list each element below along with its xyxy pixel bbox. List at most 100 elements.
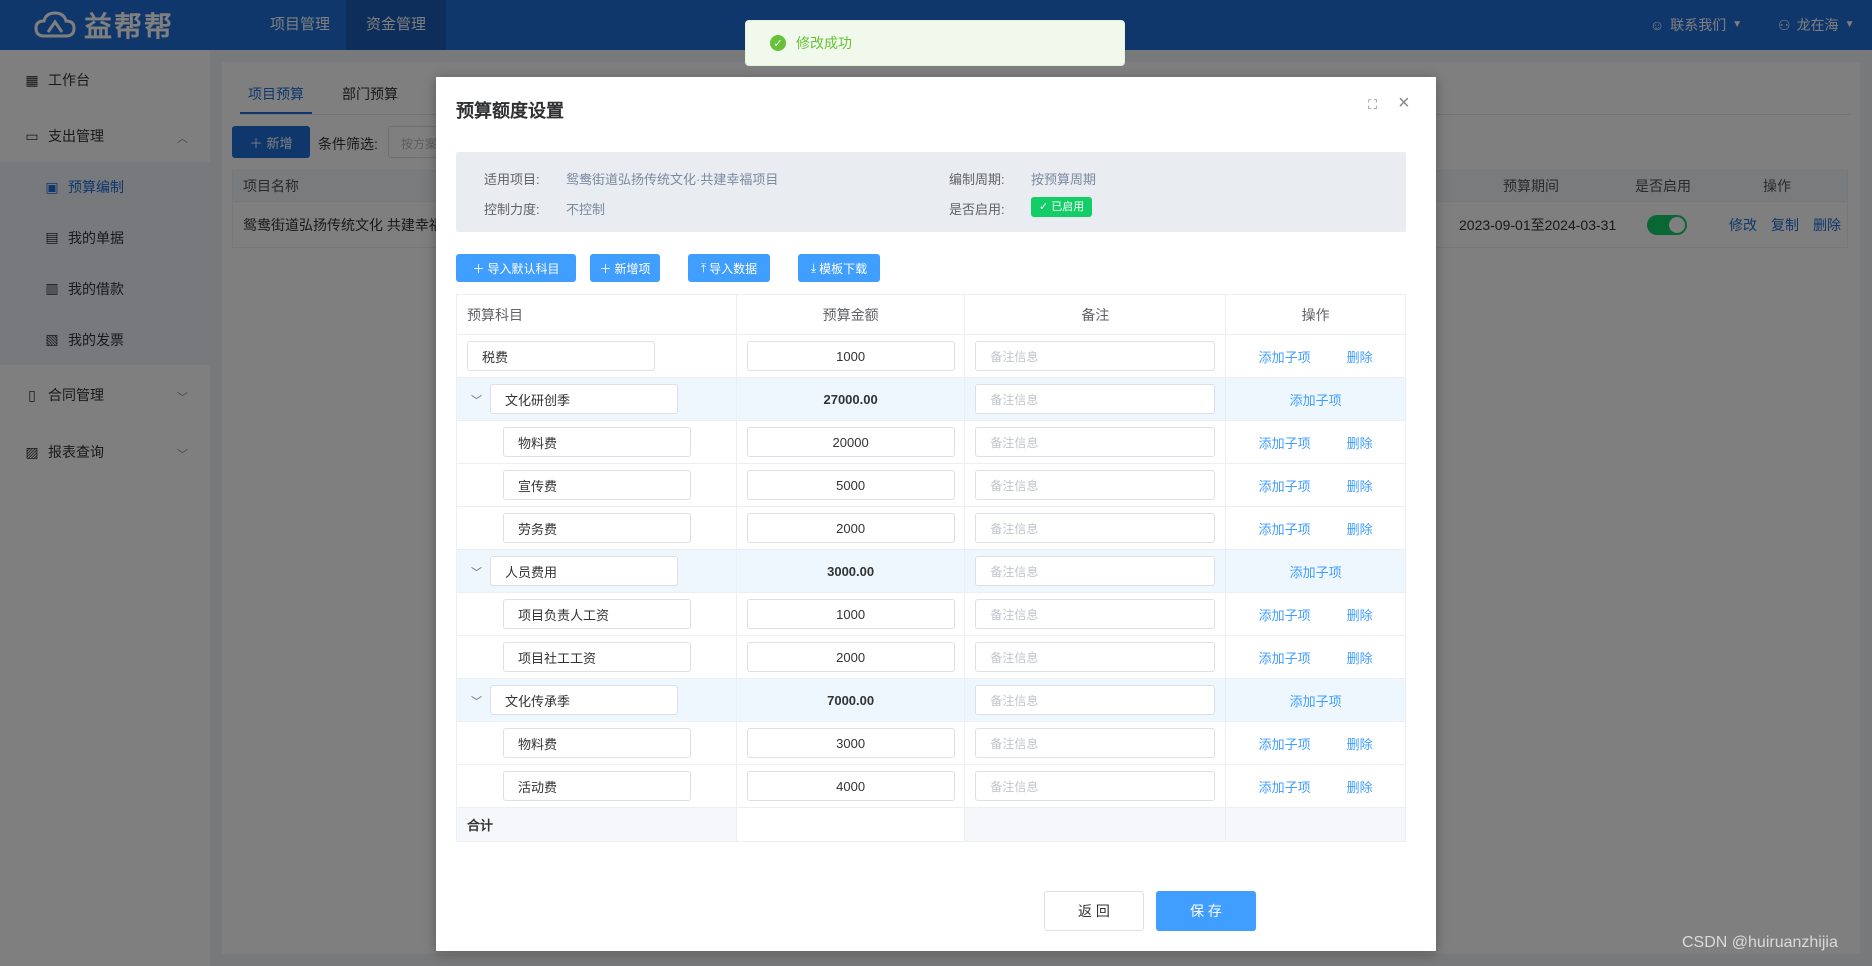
budget-quota-dialog: 预算额度设置 ⛶ × 适用项目: 鸳鸯街道弘扬传统文化·共建幸福项目 编制周期:… — [436, 77, 1436, 951]
subject-name-input[interactable]: 税费 — [467, 341, 655, 371]
add-child-link[interactable]: 添加子项 — [1259, 347, 1311, 366]
template-download-label: 模板下载 — [819, 261, 868, 276]
total-amount-cell — [736, 808, 966, 841]
note-input[interactable]: 备注信息 — [975, 470, 1216, 500]
import-data-button[interactable]: ⤒ 导入数据 — [688, 254, 770, 282]
note-input[interactable]: 备注信息 — [975, 728, 1216, 758]
subject-name-input[interactable]: 文化传承季 — [490, 685, 678, 715]
add-child-link[interactable]: 添加子项 — [1259, 476, 1311, 495]
back-button[interactable]: 返 回 — [1044, 891, 1144, 931]
amount-input[interactable]: 2000 — [746, 642, 955, 672]
amount-input[interactable]: 3000 — [746, 728, 955, 758]
grid-header: 预算科目 预算金额 备注 操作 — [457, 295, 1406, 335]
note-input[interactable]: 备注信息 — [975, 771, 1216, 801]
subject-name-input[interactable]: 文化研创季 — [490, 384, 678, 414]
import-default-label: 导入默认科目 — [487, 261, 560, 276]
add-child-link[interactable]: 添加子项 — [1259, 605, 1311, 624]
delete-link[interactable]: 删除 — [1347, 734, 1373, 753]
add-child-link[interactable]: 添加子项 — [1259, 648, 1311, 667]
check-circle-icon: ✓ — [770, 35, 786, 51]
table-row: 活动费 4000 备注信息 添加子项 删除 — [457, 765, 1406, 808]
note-input[interactable]: 备注信息 — [975, 685, 1216, 715]
import-data-label: 导入数据 — [709, 261, 758, 276]
note-input[interactable]: 备注信息 — [975, 341, 1216, 371]
chevron-down-icon[interactable]: ﹀ — [471, 392, 482, 408]
table-row: 项目社工工资 2000 备注信息 添加子项 删除 — [457, 636, 1406, 679]
note-input[interactable]: 备注信息 — [975, 556, 1216, 586]
delete-link[interactable]: 删除 — [1347, 605, 1373, 624]
budget-subject-grid: 预算科目 预算金额 备注 操作 税费 1000 备注信息 添加子项 删除 ﹀ 文化研… — [456, 294, 1406, 842]
table-row: 项目负责人工资 1000 备注信息 添加子项 删除 — [457, 593, 1406, 636]
control-label: 控制力度: — [484, 202, 540, 217]
subject-name-input[interactable]: 物料费 — [503, 728, 691, 758]
table-row: ﹀ 人员费用 3000.00 备注信息 添加子项 — [457, 550, 1406, 593]
delete-link[interactable]: 删除 — [1347, 347, 1373, 366]
subject-name-input[interactable]: 劳务费 — [503, 513, 691, 543]
close-icon[interactable]: × — [1398, 93, 1410, 113]
col-header-note: 备注 — [965, 295, 1227, 334]
add-child-link[interactable]: 添加子项 — [1259, 734, 1311, 753]
amount-input[interactable]: 1000 — [746, 341, 955, 371]
enabled-label: 是否启用: — [949, 202, 1005, 217]
enabled-value: 已启用 — [1051, 201, 1085, 213]
total-label: 合计 — [457, 808, 737, 841]
add-child-link[interactable]: 添加子项 — [1290, 562, 1342, 581]
subtotal-amount: 27000.00 — [823, 391, 878, 407]
toast-message: 修改成功 — [796, 35, 852, 51]
control-value: 不控制 — [566, 202, 606, 217]
note-input[interactable]: 备注信息 — [975, 513, 1216, 543]
chevron-down-icon[interactable]: ﹀ — [471, 564, 482, 580]
subject-name-input[interactable]: 人员费用 — [490, 556, 678, 586]
maximize-icon[interactable]: ⛶ — [1368, 97, 1382, 112]
total-row: 合计 — [457, 808, 1406, 842]
note-input[interactable]: 备注信息 — [975, 384, 1216, 414]
amount-input[interactable]: 5000 — [746, 470, 955, 500]
table-row: 物料费 3000 备注信息 添加子项 删除 — [457, 722, 1406, 765]
project-label: 适用项目: — [484, 172, 540, 187]
subject-name-input[interactable]: 宣传费 — [503, 470, 691, 500]
amount-input[interactable]: 4000 — [746, 771, 955, 801]
table-row: ﹀ 文化研创季 27000.00 备注信息 添加子项 — [457, 378, 1406, 421]
add-item-button[interactable]: ＋新增项 — [590, 254, 660, 282]
table-row: ﹀ 文化传承季 7000.00 备注信息 添加子项 — [457, 679, 1406, 722]
template-download-button[interactable]: ⤓ 模板下载 — [798, 254, 880, 282]
delete-link[interactable]: 删除 — [1347, 777, 1373, 796]
subtotal-amount: 3000.00 — [827, 563, 875, 579]
note-input[interactable]: 备注信息 — [975, 427, 1216, 457]
plus-icon: ＋ — [599, 261, 612, 276]
subject-name-input[interactable]: 活动费 — [503, 771, 691, 801]
note-input[interactable]: 备注信息 — [975, 599, 1216, 629]
subject-name-input[interactable]: 项目社工工资 — [503, 642, 691, 672]
add-child-link[interactable]: 添加子项 — [1259, 777, 1311, 796]
note-input[interactable]: 备注信息 — [975, 642, 1216, 672]
watermark: CSDN @huiruanzhijia — [1682, 934, 1838, 951]
enabled-status-badge: ✓ 已启用 — [1031, 197, 1093, 217]
project-info-panel: 适用项目: 鸳鸯街道弘扬传统文化·共建幸福项目 编制周期: 按预算周期 控制力度… — [456, 152, 1406, 232]
col-header-ops: 操作 — [1226, 295, 1406, 334]
import-default-subjects-button[interactable]: ＋导入默认科目 — [456, 254, 576, 282]
add-child-link[interactable]: 添加子项 — [1290, 691, 1342, 710]
add-child-link[interactable]: 添加子项 — [1259, 519, 1311, 538]
col-header-amount: 预算金额 — [737, 295, 966, 334]
amount-input[interactable]: 20000 — [746, 427, 955, 457]
upload-icon: ⤒ — [700, 260, 707, 275]
subtotal-amount: 7000.00 — [827, 692, 875, 708]
delete-link[interactable]: 删除 — [1347, 433, 1373, 452]
table-row: 劳务费 2000 备注信息 添加子项 删除 — [457, 507, 1406, 550]
delete-link[interactable]: 删除 — [1347, 648, 1373, 667]
add-child-link[interactable]: 添加子项 — [1290, 390, 1342, 409]
col-header-subject: 预算科目 — [457, 295, 737, 334]
total-ops-cell — [1226, 808, 1406, 841]
chevron-down-icon[interactable]: ﹀ — [471, 693, 482, 709]
success-toast: ✓ 修改成功 — [745, 20, 1125, 66]
subject-name-input[interactable]: 项目负责人工资 — [503, 599, 691, 629]
table-row: 税费 1000 备注信息 添加子项 删除 — [457, 335, 1406, 378]
subject-name-input[interactable]: 物料费 — [503, 427, 691, 457]
delete-link[interactable]: 删除 — [1347, 519, 1373, 538]
add-child-link[interactable]: 添加子项 — [1259, 433, 1311, 452]
dialog-title: 预算额度设置 — [456, 101, 564, 121]
amount-input[interactable]: 1000 — [746, 599, 955, 629]
amount-input[interactable]: 2000 — [746, 513, 955, 543]
delete-link[interactable]: 删除 — [1347, 476, 1373, 495]
save-button[interactable]: 保 存 — [1156, 891, 1256, 931]
